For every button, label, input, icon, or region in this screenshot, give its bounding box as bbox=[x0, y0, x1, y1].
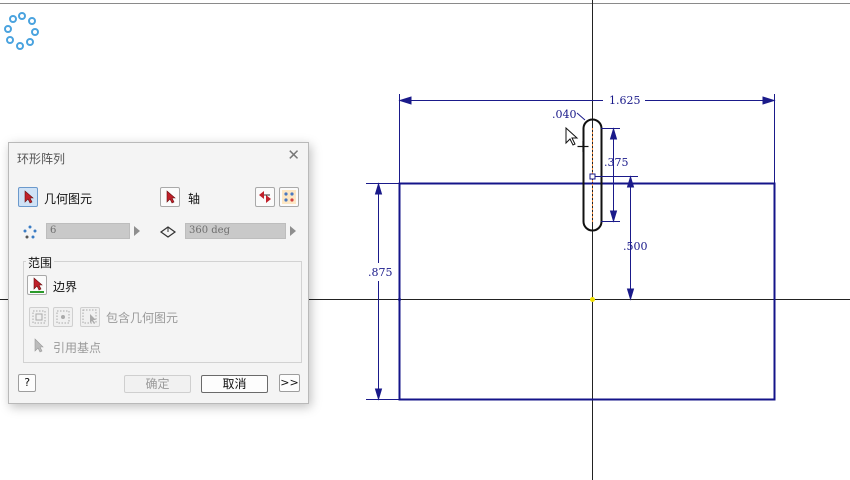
associative-button[interactable] bbox=[279, 187, 299, 207]
range-group-title: 范围 bbox=[26, 254, 55, 271]
dimension-slot-offset[interactable] bbox=[593, 175, 638, 301]
reference-point-label: 引用基点 bbox=[53, 341, 102, 355]
include-all-button[interactable] bbox=[29, 307, 49, 327]
grid-select-icon bbox=[32, 310, 46, 324]
include-crossing-button[interactable] bbox=[53, 307, 73, 327]
dimension-slot-width-value: .040 bbox=[552, 108, 577, 121]
pattern-count-field[interactable]: 6 bbox=[46, 223, 130, 239]
dimension-top-width[interactable] bbox=[398, 94, 776, 183]
geometry-label: 几何图元 bbox=[44, 192, 93, 206]
dimension-slot-length-value: .375 bbox=[604, 156, 629, 169]
dimension-slot-width[interactable] bbox=[576, 112, 586, 121]
mouse-cursor-icon bbox=[565, 126, 589, 152]
cancel-button[interactable]: 取消 bbox=[201, 375, 268, 393]
include-geometry-label: 包含几何图元 bbox=[106, 311, 179, 325]
dimension-slot-length[interactable] bbox=[601, 127, 620, 223]
ok-button[interactable]: 确定 bbox=[124, 375, 191, 393]
count-expand-icon[interactable] bbox=[134, 226, 140, 236]
sketch-origin-point[interactable] bbox=[590, 297, 595, 302]
dimension-top-width-value: 1.625 bbox=[609, 94, 641, 107]
axis-select-button[interactable] bbox=[160, 187, 180, 207]
close-icon[interactable]: ✕ bbox=[287, 147, 300, 163]
sketch-rectangle[interactable] bbox=[398, 182, 776, 401]
dimension-slot-offset-value: .500 bbox=[623, 240, 648, 253]
busy-spinner-icon bbox=[4, 12, 39, 50]
pattern-angle-icon bbox=[159, 226, 177, 238]
include-select-button[interactable] bbox=[80, 307, 100, 327]
circular-pattern-dialog: 环形阵列 ✕ 几何图元 轴 6 360 deg 范围 边界 包含几何图元 引用基… bbox=[8, 142, 309, 404]
rect-midpoint-marker bbox=[398, 298, 401, 301]
axis-label: 轴 bbox=[188, 192, 201, 206]
pattern-count-icon bbox=[23, 225, 37, 239]
pattern-angle-field[interactable]: 360 deg bbox=[185, 223, 286, 239]
boundary-label: 边界 bbox=[53, 280, 78, 294]
help-button[interactable]: ? bbox=[18, 374, 36, 392]
flip-direction-button[interactable] bbox=[255, 187, 275, 207]
dimension-rect-height[interactable] bbox=[366, 182, 399, 401]
dimension-rect-height-value: .875 bbox=[368, 266, 393, 279]
crossing-select-icon bbox=[56, 310, 70, 324]
more-options-button[interactable]: >> bbox=[279, 374, 300, 392]
associative-pattern-icon bbox=[282, 190, 296, 204]
geometry-select-button[interactable] bbox=[18, 187, 38, 207]
select-arrow-icon bbox=[30, 277, 44, 293]
window-select-icon bbox=[82, 309, 97, 324]
select-arrow-icon bbox=[24, 190, 34, 204]
flip-direction-icon bbox=[259, 191, 271, 203]
reference-point-icon bbox=[34, 338, 44, 353]
slot-center-marker bbox=[589, 173, 596, 180]
dialog-title: 环形阵列 bbox=[17, 152, 66, 166]
select-arrow-icon bbox=[166, 190, 176, 204]
angle-expand-icon[interactable] bbox=[290, 226, 296, 236]
boundary-select-button[interactable] bbox=[27, 275, 47, 295]
